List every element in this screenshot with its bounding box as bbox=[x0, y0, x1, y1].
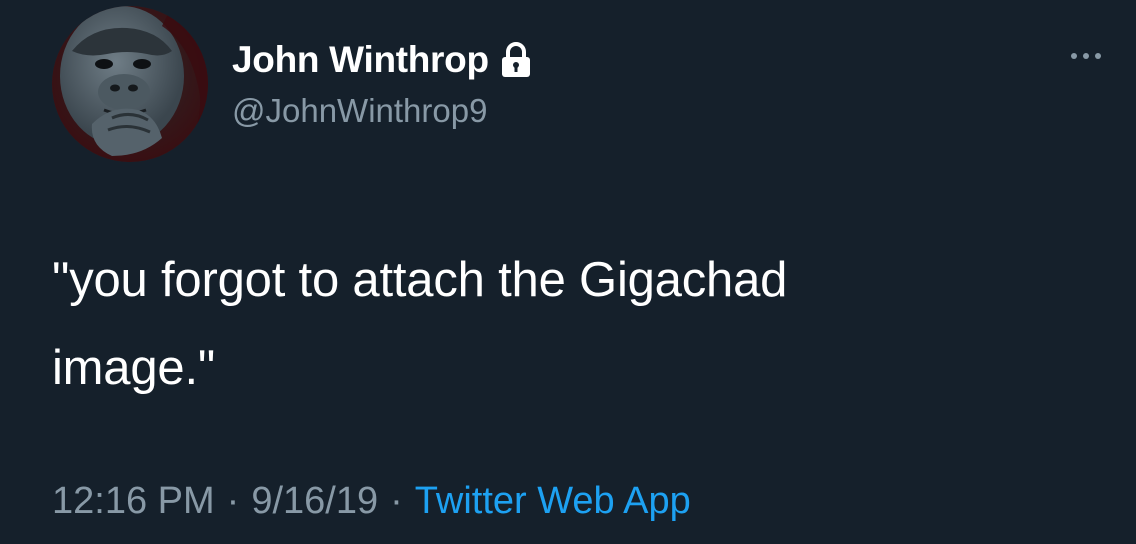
author-display-name[interactable]: John Winthrop bbox=[232, 39, 489, 81]
more-dot bbox=[1095, 53, 1101, 59]
more-options-icon[interactable] bbox=[1058, 42, 1114, 70]
avatar[interactable] bbox=[52, 6, 208, 162]
tweet-source-link[interactable]: Twitter Web App bbox=[415, 480, 691, 523]
tweet-card: John Winthrop @JohnWinthrop9 "you forgot… bbox=[0, 0, 1136, 544]
meta-separator: · bbox=[226, 480, 240, 522]
author-handle[interactable]: @JohnWinthrop9 bbox=[232, 92, 487, 130]
tweet-text-line: "you forgot to attach the Gigachad bbox=[52, 253, 788, 307]
tweet-text: "you forgot to attach the Gigachad image… bbox=[52, 236, 1042, 412]
lock-icon bbox=[499, 41, 533, 79]
tweet-meta: 12:16 PM · 9/16/19 · Twitter Web App bbox=[52, 480, 691, 523]
gorilla-avatar-image bbox=[52, 6, 208, 162]
more-dot bbox=[1083, 53, 1089, 59]
more-dot bbox=[1071, 53, 1077, 59]
author-name-row: John Winthrop bbox=[232, 38, 533, 82]
tweet-time[interactable]: 12:16 PM bbox=[52, 480, 215, 523]
meta-separator: · bbox=[390, 480, 403, 522]
tweet-text-line: image." bbox=[52, 341, 216, 395]
tweet-date[interactable]: 9/16/19 bbox=[251, 480, 378, 523]
